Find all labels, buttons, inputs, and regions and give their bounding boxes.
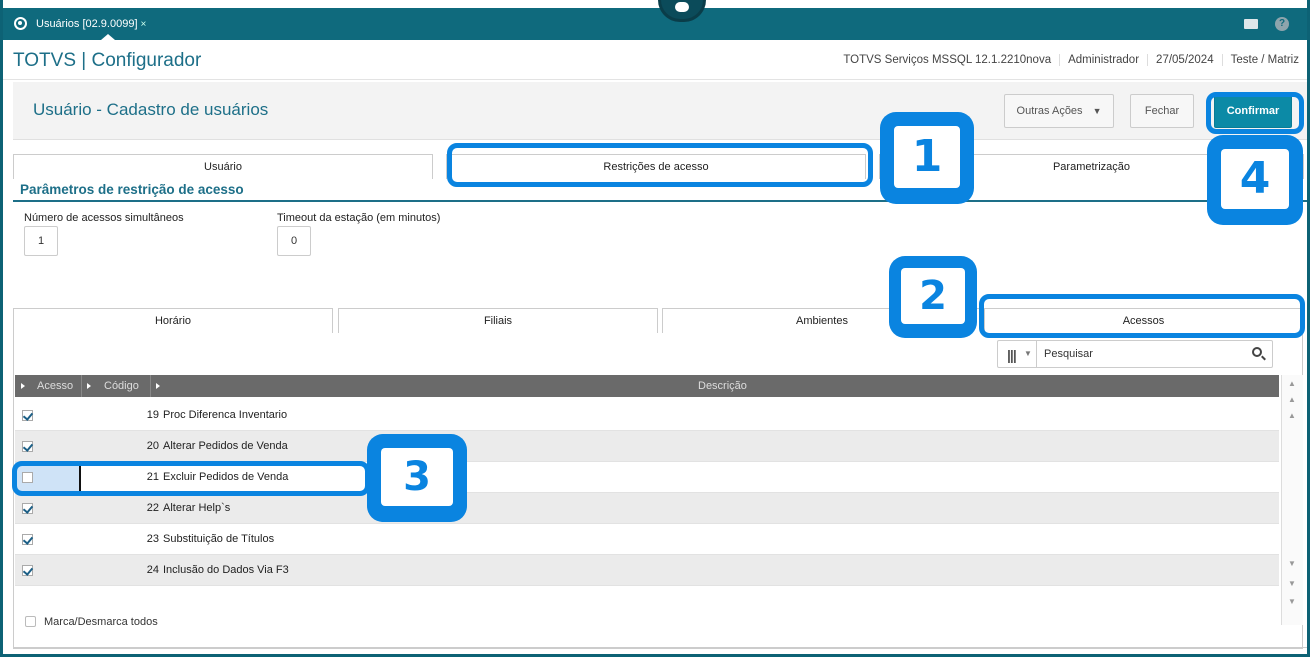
callout-badge-4: 4: [1207, 135, 1303, 225]
table-row[interactable]: 19 Proc Diferenca Inventario: [15, 400, 1279, 431]
app-header: TOTVS | Configurador TOTVS Serviços MSSQ…: [3, 40, 1307, 80]
row-code: 22: [146, 502, 159, 514]
user-info: Administrador: [1059, 54, 1147, 66]
row-desc: Inclusão do Dados Via F3: [163, 564, 289, 576]
scroll-down-icon[interactable]: ▼: [1288, 559, 1296, 568]
search-box[interactable]: ||| ▼ Pesquisar: [997, 340, 1273, 368]
close-tab-icon[interactable]: ×: [141, 19, 147, 30]
columns-icon[interactable]: |||: [1007, 347, 1017, 363]
row-checkbox[interactable]: [22, 565, 33, 576]
row-desc: Proc Diferenca Inventario: [163, 409, 288, 421]
row-checkbox[interactable]: [22, 441, 33, 452]
app-info: TOTVS Serviços MSSQL 12.1.2210nova Admin…: [835, 54, 1307, 66]
sort-arrow-icon[interactable]: [87, 383, 91, 389]
acessos-simultaneos-label: Número de acessos simultâneos: [24, 212, 184, 224]
row-desc: Alterar Help`s: [163, 502, 231, 514]
row-checkbox[interactable]: [22, 503, 33, 514]
callout-highlight-4: [1206, 92, 1304, 134]
col-codigo[interactable]: Código: [104, 380, 139, 392]
callout-badge-1: 1: [880, 112, 974, 204]
marca-desmarca-todos[interactable]: Marca/Desmarca todos: [25, 616, 158, 628]
row-desc: Substituição de Títulos: [163, 533, 275, 545]
section-divider: [13, 200, 1307, 202]
search-icon[interactable]: [1252, 347, 1262, 357]
callout-badge-2: 2: [889, 256, 977, 338]
mail-icon[interactable]: [1244, 19, 1258, 29]
app-window: Usuários [02.9.0099] × ? TOTVS | Configur…: [0, 0, 1310, 657]
callout-highlight-3: [12, 461, 370, 496]
timeout-label: Timeout da estação (em minutos): [277, 212, 441, 224]
table-row[interactable]: 24 Inclusão do Dados Via F3: [15, 555, 1279, 586]
app-title: TOTVS | Configurador: [13, 50, 202, 71]
row-code: 23: [146, 533, 159, 545]
page-header: Usuário - Cadastro de usuários Outras Aç…: [13, 82, 1307, 140]
environment-info: TOTVS Serviços MSSQL 12.1.2210nova: [843, 54, 1052, 66]
scroll-page-down-icon[interactable]: ▼: [1288, 579, 1296, 588]
row-desc: Alterar Pedidos de Venda: [163, 440, 288, 452]
chevron-down-icon[interactable]: ▼: [1024, 349, 1032, 358]
help-icon[interactable]: ?: [1275, 17, 1289, 31]
marca-label: Marca/Desmarca todos: [44, 616, 158, 628]
tab-filiais[interactable]: Filiais: [338, 308, 658, 333]
row-code: 19: [146, 409, 159, 421]
tab-usuario[interactable]: Usuário: [13, 154, 433, 179]
scroll-top-icon[interactable]: ▲: [1288, 379, 1296, 388]
totvs-logo-icon: [14, 17, 27, 30]
company-info: Teste / Matriz: [1221, 54, 1307, 66]
date-info: 27/05/2024: [1147, 54, 1222, 66]
page-title: Usuário - Cadastro de usuários: [33, 100, 269, 119]
chevron-down-icon: ▼: [1092, 106, 1102, 116]
row-checkbox[interactable]: [22, 534, 33, 545]
table-row[interactable]: 20 Alterar Pedidos de Venda: [15, 431, 1279, 462]
outras-acoes-label: Outras Ações: [1016, 105, 1083, 117]
scroll-page-up-icon[interactable]: ▲: [1288, 395, 1296, 404]
tab-usuarios[interactable]: Usuários [02.9.0099] ×: [36, 8, 158, 40]
fechar-button[interactable]: Fechar: [1130, 94, 1194, 128]
grid-scrollbar[interactable]: ▲ ▲ ▲ ▼ ▼ ▼: [1281, 375, 1303, 625]
top-bar: Usuários [02.9.0099] × ?: [3, 8, 1307, 40]
callout-highlight-2: [979, 294, 1305, 338]
timeout-input[interactable]: 0: [277, 226, 311, 256]
marca-checkbox[interactable]: [25, 616, 36, 627]
scroll-bottom-icon[interactable]: ▼: [1288, 597, 1296, 606]
search-input[interactable]: Pesquisar: [1044, 348, 1093, 360]
sort-arrow-icon[interactable]: [156, 383, 160, 389]
scroll-up-icon[interactable]: ▲: [1288, 411, 1296, 420]
row-checkbox[interactable]: [22, 410, 33, 421]
callout-highlight-1: [447, 143, 873, 187]
col-descricao[interactable]: Descrição: [698, 380, 747, 392]
acessos-simultaneos-input[interactable]: 1: [24, 226, 58, 256]
col-acesso[interactable]: Acesso: [37, 380, 73, 392]
callout-badge-3: 3: [367, 434, 467, 522]
tab-label: Usuários [02.9.0099]: [36, 18, 138, 30]
tab-horario[interactable]: Horário: [13, 308, 333, 333]
row-code: 24: [146, 564, 159, 576]
table-row[interactable]: 22 Alterar Help`s: [15, 493, 1279, 524]
grid-header: Acesso Código Descrição: [15, 375, 1279, 397]
section-title: Parâmetros de restrição de acesso: [20, 182, 244, 197]
table-row[interactable]: 23 Substituição de Títulos: [15, 524, 1279, 555]
outras-acoes-button[interactable]: Outras Ações ▼: [1004, 94, 1114, 128]
row-code: 20: [146, 440, 159, 452]
sort-arrow-icon[interactable]: [21, 383, 25, 389]
